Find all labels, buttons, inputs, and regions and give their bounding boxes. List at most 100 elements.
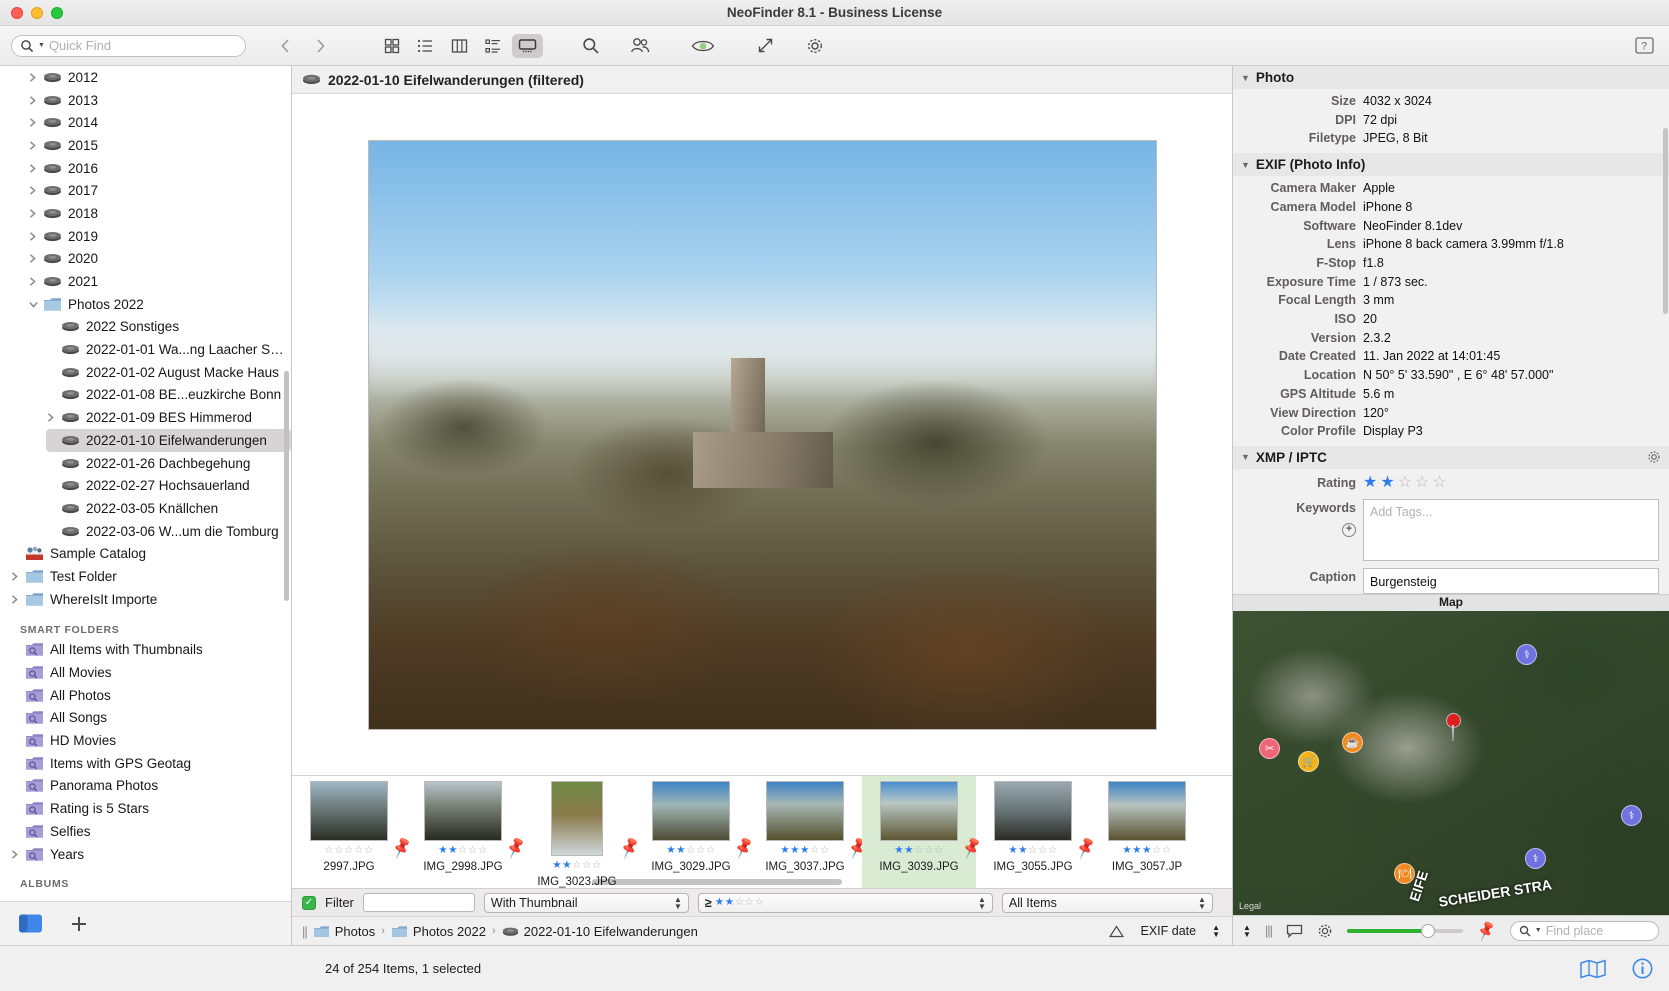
star-1[interactable]: ★ xyxy=(1122,844,1132,856)
sidebar-item-2016[interactable]: 2016 xyxy=(28,157,291,180)
smart-folder-years[interactable]: Years xyxy=(10,843,291,866)
star-4[interactable]: ☆ xyxy=(1152,844,1162,856)
thumbnail-cell[interactable]: ★★☆☆☆IMG_3023.JPG📌 xyxy=(520,776,634,888)
column-view-icon[interactable] xyxy=(444,34,475,58)
thumbnail-rating[interactable]: ★★☆☆☆ xyxy=(1008,845,1058,857)
sidebar-toggle-icon[interactable] xyxy=(18,913,43,934)
grip-icon[interactable]: || xyxy=(302,924,307,939)
quick-find-field[interactable]: ▼ xyxy=(11,35,246,57)
forward-button[interactable] xyxy=(307,34,333,58)
sidebar-item-2022-03-05-kn-llchen[interactable]: 2022-03-05 Knällchen xyxy=(46,497,291,520)
chevron-down-icon[interactable]: ▼ xyxy=(1241,452,1250,462)
smart-folder-hd-movies[interactable]: HD Movies xyxy=(10,729,291,752)
thumbnail-rating[interactable]: ★★☆☆☆ xyxy=(666,845,716,857)
map-poi-marker[interactable]: ☕ xyxy=(1342,732,1363,753)
star-1[interactable]: ★ xyxy=(552,859,562,871)
minimize-window-button[interactable] xyxy=(31,7,43,19)
main-photo[interactable] xyxy=(368,140,1157,730)
sidebar-item-2017[interactable]: 2017 xyxy=(28,179,291,202)
star-5[interactable]: ☆ xyxy=(934,844,944,856)
quick-find-input[interactable] xyxy=(49,38,237,53)
smart-folder-all-items-with-thumbnails[interactable]: All Items with Thumbnails xyxy=(10,639,291,662)
smart-folder-all-movies[interactable]: All Movies xyxy=(10,661,291,684)
star-5[interactable]: ☆ xyxy=(1048,844,1058,856)
thumbnail-image[interactable] xyxy=(310,781,388,841)
search-icon[interactable] xyxy=(575,34,606,58)
add-keyword-button[interactable]: + xyxy=(1342,523,1356,537)
sort-field-label[interactable]: EXIF date xyxy=(1140,924,1196,938)
thumbnail-cell[interactable]: ☆☆☆☆☆2997.JPG📌 xyxy=(292,776,406,888)
twisty-collapsed-icon[interactable] xyxy=(28,208,43,219)
star-3[interactable]: ☆ xyxy=(686,844,696,856)
speech-bubble-icon[interactable] xyxy=(1286,924,1303,938)
sidebar-item-2022-01-09-bes-himmerod[interactable]: 2022-01-09 BES Himmerod xyxy=(46,406,291,429)
sidebar-item-2021[interactable]: 2021 xyxy=(28,270,291,293)
map-poi-marker[interactable]: ⚕ xyxy=(1525,848,1546,869)
gallery-view-icon[interactable] xyxy=(512,34,543,58)
star-2[interactable]: ☆ xyxy=(334,844,344,856)
sidebar-item-whereisit-importe[interactable]: WhereIsIt Importe xyxy=(10,588,291,611)
twisty-collapsed-icon[interactable] xyxy=(28,276,43,287)
photo-viewer[interactable] xyxy=(292,94,1232,775)
thumbnail-rating[interactable]: ★★★☆☆ xyxy=(1122,845,1172,857)
map-legal-label[interactable]: Legal xyxy=(1239,901,1261,911)
star-5[interactable]: ☆ xyxy=(478,844,488,856)
breadcrumb-item-photos-2022[interactable]: Photos 2022 xyxy=(391,924,486,939)
rating-stars[interactable]: ★★☆☆☆ xyxy=(1363,474,1450,493)
inspector-scrollbar[interactable] xyxy=(1663,128,1668,314)
xmp-group-header[interactable]: ▼ XMP / IPTC xyxy=(1233,446,1669,469)
star-4[interactable]: ☆ xyxy=(924,844,934,856)
sidebar-item-2022-01-02-august-macke-haus[interactable]: 2022-01-02 August Macke Haus xyxy=(46,361,291,384)
breadcrumb-item-album[interactable]: 2022-01-10 Eifelwanderungen xyxy=(502,924,698,939)
keywords-input[interactable]: Add Tags... xyxy=(1363,499,1659,561)
star-1[interactable]: ★ xyxy=(780,844,790,856)
star-3[interactable]: ☆ xyxy=(1028,844,1038,856)
star-2[interactable]: ★ xyxy=(725,896,735,908)
thumbnail-rating[interactable]: ★★★☆☆ xyxy=(780,845,830,857)
thumbnail-filter-select[interactable]: With Thumbnail ▲▼ xyxy=(484,893,689,913)
thumbnail-image[interactable] xyxy=(1108,781,1186,841)
detail-list-view-icon[interactable] xyxy=(478,34,509,58)
map-zoom-slider[interactable] xyxy=(1347,929,1463,933)
star-4[interactable]: ☆ xyxy=(1415,474,1432,491)
thumbnail-rating[interactable]: ★★☆☆☆ xyxy=(894,845,944,857)
star-2[interactable]: ★ xyxy=(1018,844,1028,856)
sidebar-scrollbar[interactable] xyxy=(284,371,289,601)
star-1[interactable]: ★ xyxy=(438,844,448,856)
sidebar-item-2013[interactable]: 2013 xyxy=(28,89,291,112)
add-pin-icon[interactable]: 📌 xyxy=(1475,919,1499,942)
twisty-collapsed-icon[interactable] xyxy=(28,163,43,174)
gear-icon[interactable] xyxy=(1317,923,1333,939)
eye-icon[interactable] xyxy=(687,34,718,58)
star-2[interactable]: ★ xyxy=(1380,474,1397,491)
star-2[interactable]: ★ xyxy=(1132,844,1142,856)
star-5[interactable]: ☆ xyxy=(820,844,830,856)
plus-icon[interactable] xyxy=(69,914,89,934)
star-3[interactable]: ☆ xyxy=(1398,474,1415,491)
sidebar-item-2022-02-27-hochsauerland[interactable]: 2022-02-27 Hochsauerland xyxy=(46,474,291,497)
star-2[interactable]: ★ xyxy=(562,859,572,871)
photo-group-header[interactable]: ▼ Photo xyxy=(1233,66,1669,89)
back-button[interactable] xyxy=(272,34,298,58)
thumbnail-image[interactable] xyxy=(652,781,730,841)
star-4[interactable]: ☆ xyxy=(810,844,820,856)
twisty-collapsed-icon[interactable] xyxy=(28,95,43,106)
thumbnail-image[interactable] xyxy=(994,781,1072,841)
sidebar-item-test-folder[interactable]: Test Folder xyxy=(10,565,291,588)
sidebar-item-2020[interactable]: 2020 xyxy=(28,248,291,271)
sidebar-item-2014[interactable]: 2014 xyxy=(28,111,291,134)
gear-icon[interactable] xyxy=(799,34,830,58)
caption-input[interactable]: Burgensteig xyxy=(1363,568,1659,594)
star-4[interactable]: ☆ xyxy=(582,859,592,871)
twisty-collapsed-icon[interactable] xyxy=(28,231,43,242)
smart-folder-items-with-gps-geotag[interactable]: Items with GPS Geotag xyxy=(10,752,291,775)
sidebar-item-2015[interactable]: 2015 xyxy=(28,134,291,157)
thumbnail-cell[interactable]: ★★☆☆☆IMG_2998.JPG📌 xyxy=(406,776,520,888)
twisty-collapsed-icon[interactable] xyxy=(46,412,61,423)
sort-updown-icon[interactable]: ▲▼ xyxy=(1243,924,1251,938)
thumbnail-cell[interactable]: ★★☆☆☆IMG_3029.JPG📌 xyxy=(634,776,748,888)
star-5[interactable]: ☆ xyxy=(1162,844,1172,856)
star-3[interactable]: ★ xyxy=(1142,844,1152,856)
star-3[interactable]: ★ xyxy=(800,844,810,856)
maximize-window-button[interactable] xyxy=(51,7,63,19)
